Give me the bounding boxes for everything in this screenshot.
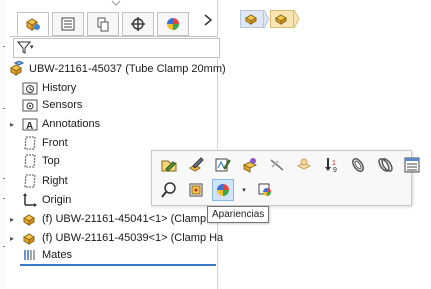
tree-root-label: UBW-21161-45037 (Tube Clamp 20mm)	[29, 63, 226, 75]
tree-filter[interactable]: ▾	[13, 38, 220, 58]
tabs-divider	[10, 36, 217, 37]
edit-feature-icon	[161, 160, 177, 172]
configuration-manager-tab[interactable]	[87, 12, 119, 36]
context-toolbar-row1: 1 9	[158, 154, 428, 176]
svg-text:9: 9	[333, 167, 337, 174]
render-component-icon	[258, 183, 271, 196]
fix-icon: 1 9	[325, 158, 337, 174]
dimxpert-icon	[131, 17, 145, 31]
fix-button[interactable]: 1 9	[320, 154, 342, 176]
feature-manager-tab[interactable]	[17, 12, 49, 36]
front-plane-icon	[22, 135, 38, 151]
dimxpert-manager-tab[interactable]	[122, 12, 154, 36]
tooltip: Apariencias	[207, 206, 270, 223]
feature-manager-icon	[26, 18, 40, 31]
tree-item-label: Top	[42, 155, 60, 167]
tree-item[interactable]: History	[22, 79, 76, 97]
part-icon	[22, 230, 38, 246]
tree-item-label: Front	[42, 137, 68, 149]
view-mates-icon	[378, 158, 393, 172]
hide-button[interactable]	[266, 154, 288, 176]
component-properties-icon	[404, 157, 420, 173]
expand-arrow-icon[interactable]: ▸	[10, 120, 14, 129]
collapse-toggle[interactable]	[111, 0, 121, 8]
appearances-icon	[217, 184, 229, 196]
normal-to-icon	[189, 183, 203, 197]
rollback-bar[interactable]	[20, 264, 216, 266]
make-transparent-button[interactable]	[293, 154, 315, 176]
zoom-to-selection-button[interactable]	[158, 179, 180, 201]
hide-icon	[270, 159, 284, 171]
tree-item-label: (f) UBW-21161-45039<1> (Clamp Ha	[42, 232, 224, 244]
zoom-to-selection-icon	[161, 182, 176, 198]
origin-icon	[22, 192, 38, 208]
tree-item-label: History	[42, 82, 77, 94]
tree-item-label: Mates	[42, 249, 72, 261]
display-manager-tab[interactable]	[157, 12, 189, 36]
isolate-button[interactable]	[347, 154, 369, 176]
property-manager-tab[interactable]	[52, 12, 84, 36]
svg-text:1: 1	[332, 160, 336, 167]
tree-item-label: Sensors	[42, 99, 83, 111]
edit-sketch-button[interactable]	[212, 154, 234, 176]
tree-item[interactable]: Sensors	[22, 96, 82, 114]
part-icon	[22, 211, 38, 227]
property-manager-icon	[61, 17, 75, 31]
tree-item[interactable]: Right	[22, 172, 68, 190]
context-toolbar: 1 9 ▾	[151, 150, 420, 206]
tree-item[interactable]: Top	[22, 152, 60, 170]
edit-part-icon	[189, 157, 204, 172]
normal-to-button[interactable]	[185, 179, 207, 201]
tree-item[interactable]: Mates	[22, 246, 72, 264]
top-plane-icon	[22, 153, 38, 169]
part-icon	[275, 14, 287, 25]
configure-component-icon	[242, 158, 258, 173]
context-toolbar-row2: ▾	[158, 179, 281, 201]
right-plane-icon	[22, 173, 38, 189]
tree-item-label: Origin	[42, 194, 72, 206]
mates-icon	[22, 247, 38, 263]
render-component-button[interactable]	[254, 179, 276, 201]
isolate-icon	[352, 158, 364, 172]
feature-manager-panel: ▾ UBW-21161-45037 (Tube Clamp 20mm) Hist…	[5, 0, 226, 289]
filter-dropdown-icon[interactable]: ▾	[30, 43, 34, 51]
display-manager-icon	[167, 18, 179, 30]
sensors-folder-icon	[22, 97, 38, 113]
annotations-folder-icon: A	[22, 116, 38, 132]
expand-arrow-icon[interactable]: ▸	[10, 215, 14, 224]
edit-part-button[interactable]	[185, 154, 207, 176]
tree-item[interactable]: Origin	[22, 191, 71, 209]
assembly-icon	[245, 14, 257, 25]
tree-item-label: Annotations	[42, 118, 101, 130]
manager-tabs	[17, 12, 189, 36]
expand-arrow-icon[interactable]: ▸	[10, 234, 14, 243]
tree-item[interactable]: ▸ (f) UBW-21161-45041<1> (Clamp H	[10, 210, 218, 228]
tree-item[interactable]: Front	[22, 134, 68, 152]
tree-item-label: Right	[42, 175, 68, 187]
tree-item-label: (f) UBW-21161-45041<1> (Clamp H	[42, 213, 218, 225]
edit-feature-button[interactable]	[158, 154, 180, 176]
breadcrumb[interactable]	[240, 10, 300, 28]
component-properties-button[interactable]	[401, 154, 423, 176]
tree-item[interactable]: ▸ (f) UBW-21161-45039<1> (Clamp Ha	[10, 229, 224, 247]
edit-sketch-icon	[215, 158, 231, 172]
assembly-icon	[9, 61, 25, 77]
tree-item[interactable]: ▸ A Annotations	[10, 115, 101, 133]
configure-component-button[interactable]	[239, 154, 261, 176]
tree-root[interactable]: UBW-21161-45037 (Tube Clamp 20mm)	[9, 60, 226, 78]
view-mates-button[interactable]	[374, 154, 396, 176]
filter-icon[interactable]	[16, 40, 32, 57]
breadcrumb-assembly[interactable]	[240, 10, 264, 28]
make-transparent-icon	[296, 158, 312, 170]
history-folder-icon	[22, 80, 38, 96]
appearance-dropdown-icon[interactable]: ▾	[239, 179, 249, 201]
svg-text:A: A	[26, 121, 33, 132]
more-tabs-chevron-icon[interactable]	[203, 14, 213, 29]
breadcrumb-part[interactable]	[270, 10, 294, 28]
configuration-manager-icon	[97, 17, 109, 32]
appearances-button[interactable]	[212, 179, 234, 201]
breadcrumb-chevron-icon	[294, 10, 300, 28]
